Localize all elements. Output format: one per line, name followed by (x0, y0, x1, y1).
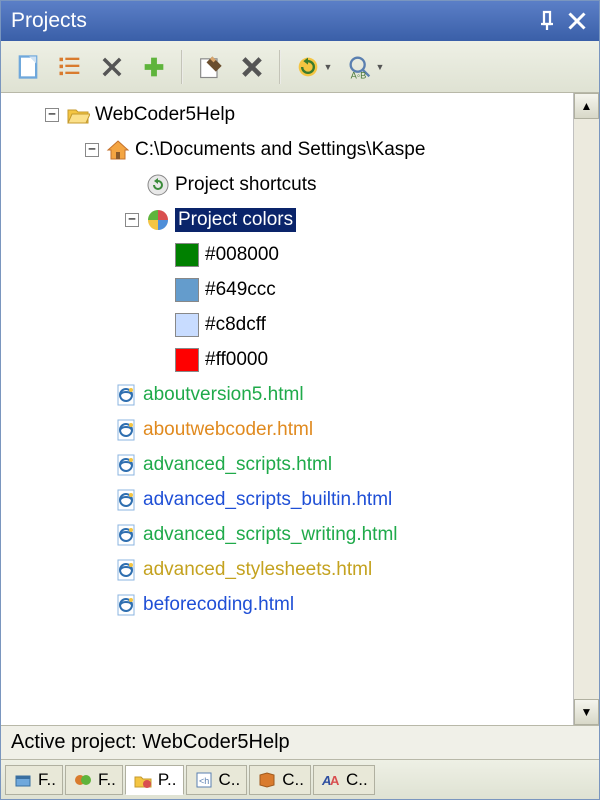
chevron-down-icon: ▼ (324, 62, 333, 72)
color-label: #649ccc (205, 279, 276, 301)
tree-file-item[interactable]: advanced_stylesheets.html (5, 552, 573, 587)
tree-colors[interactable]: − Project colors (5, 202, 573, 237)
tree-color-item[interactable]: #649ccc (5, 272, 573, 307)
folder-open-icon (65, 102, 91, 128)
html-file-icon (113, 417, 139, 443)
tab-label: F.. (38, 770, 56, 790)
list-button[interactable] (51, 47, 89, 87)
tab-label: C.. (219, 770, 241, 790)
remove-button[interactable] (93, 47, 131, 87)
bottom-tab[interactable]: P.. (125, 765, 184, 795)
bottom-tab[interactable]: AAC.. (313, 765, 375, 795)
tree-file-item[interactable]: advanced_scripts_builtin.html (5, 482, 573, 517)
color-swatch (175, 243, 199, 267)
bottom-tab[interactable]: C.. (249, 765, 311, 795)
tab-label: F.. (98, 770, 116, 790)
find-button[interactable]: A◦B ▼ (341, 47, 389, 87)
expander-minus[interactable]: − (85, 143, 99, 157)
tree-label: Project shortcuts (175, 174, 317, 196)
home-icon (105, 137, 131, 163)
new-document-button[interactable] (9, 47, 47, 87)
scroll-down-button[interactable]: ▼ (574, 699, 599, 725)
tree-file-item[interactable]: aboutwebcoder.html (5, 412, 573, 447)
file-label: beforecoding.html (143, 594, 294, 616)
file-label: advanced_scripts_writing.html (143, 524, 398, 546)
tree-label-selected: Project colors (175, 208, 296, 232)
delete-button[interactable] (233, 47, 271, 87)
tab-icon: <h (193, 769, 215, 791)
expander-minus[interactable]: − (45, 108, 59, 122)
color-swatch (175, 313, 199, 337)
expander-minus[interactable]: − (125, 213, 139, 227)
tab-icon: AA (320, 769, 342, 791)
html-file-icon (113, 522, 139, 548)
file-label: advanced_scripts_builtin.html (143, 489, 392, 511)
tree-color-item[interactable]: #ff0000 (5, 342, 573, 377)
svg-text:A◦B: A◦B (350, 70, 366, 80)
bottom-tabs: F..F..P..<hC..C..AAC.. (1, 759, 599, 799)
tab-label: C.. (346, 770, 368, 790)
html-file-icon (113, 557, 139, 583)
bottom-tab[interactable]: <h C.. (186, 765, 248, 795)
tree-root[interactable]: − WebCoder5Help (5, 97, 573, 132)
add-button[interactable] (135, 47, 173, 87)
tree-file-item[interactable]: aboutversion5.html (5, 377, 573, 412)
svg-text:<h: <h (199, 776, 209, 786)
tree-label: C:\Documents and Settings\Kaspe (135, 139, 425, 161)
color-swatch (175, 348, 199, 372)
status-bar: Active project: WebCoder5Help (1, 725, 599, 759)
piechart-icon (145, 207, 171, 233)
tree-shortcuts[interactable]: Project shortcuts (5, 167, 573, 202)
status-text: Active project: WebCoder5Help (11, 731, 290, 754)
file-label: advanced_stylesheets.html (143, 559, 372, 581)
bottom-tab[interactable]: F.. (5, 765, 63, 795)
toolbar: ▼ A◦B ▼ (1, 41, 599, 93)
tree-color-item[interactable]: #008000 (5, 237, 573, 272)
bottom-tab[interactable]: F.. (65, 765, 123, 795)
refresh-button[interactable]: ▼ (289, 47, 337, 87)
project-tree[interactable]: − WebCoder5Help − C:\Documents and Setti… (1, 93, 573, 725)
vertical-scrollbar[interactable]: ▲ ▼ (573, 93, 599, 725)
tree-color-item[interactable]: #c8dcff (5, 307, 573, 342)
tree-file-item[interactable]: advanced_scripts.html (5, 447, 573, 482)
html-file-icon (113, 382, 139, 408)
html-file-icon (113, 592, 139, 618)
tab-icon (72, 769, 94, 791)
tab-icon (132, 769, 154, 791)
color-label: #c8dcff (205, 314, 266, 336)
titlebar: Projects (1, 1, 599, 41)
tree-label: WebCoder5Help (95, 104, 235, 126)
tab-label: P.. (158, 770, 177, 790)
tab-icon (12, 769, 34, 791)
scroll-up-button[interactable]: ▲ (574, 93, 599, 119)
color-label: #ff0000 (205, 349, 268, 371)
edit-button[interactable] (191, 47, 229, 87)
html-file-icon (113, 452, 139, 478)
file-label: advanced_scripts.html (143, 454, 332, 476)
panel-title: Projects (11, 9, 529, 33)
tab-icon (256, 769, 278, 791)
tab-label: C.. (282, 770, 304, 790)
file-label: aboutversion5.html (143, 384, 304, 406)
file-label: aboutwebcoder.html (143, 419, 313, 441)
pin-button[interactable] (535, 9, 559, 33)
scroll-track[interactable] (574, 119, 599, 699)
tree-file-item[interactable]: beforecoding.html (5, 587, 573, 622)
shortcut-icon (145, 172, 171, 198)
chevron-down-icon: ▼ (376, 62, 385, 72)
close-button[interactable] (565, 9, 589, 33)
tree-path[interactable]: − C:\Documents and Settings\Kaspe (5, 132, 573, 167)
tree-file-item[interactable]: advanced_scripts_writing.html (5, 517, 573, 552)
svg-text:A: A (330, 773, 340, 788)
html-file-icon (113, 487, 139, 513)
color-label: #008000 (205, 244, 279, 266)
color-swatch (175, 278, 199, 302)
